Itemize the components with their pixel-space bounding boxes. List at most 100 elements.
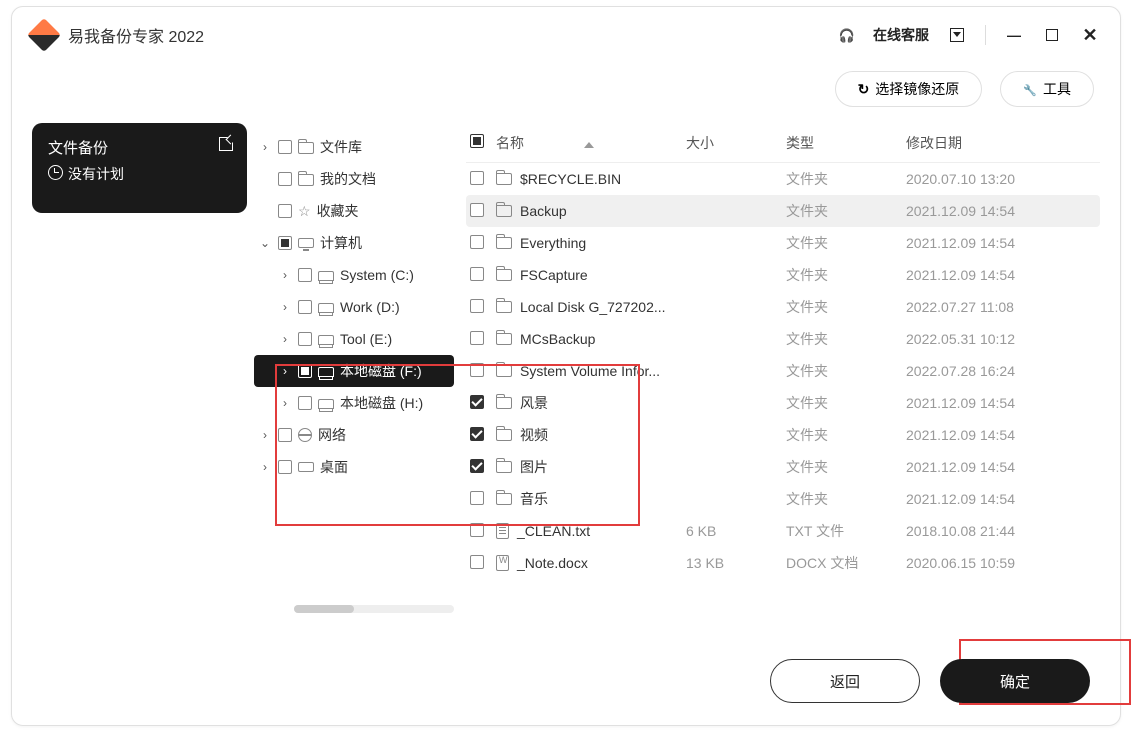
select-all-checkbox[interactable] — [470, 134, 484, 148]
drive-icon — [318, 367, 334, 377]
tree-item-drive-f[interactable]: ›本地磁盘 (F:) — [254, 355, 454, 387]
file-date: 2021.12.09 14:54 — [906, 235, 1100, 251]
checkbox[interactable] — [298, 364, 312, 378]
file-name: System Volume Infor... — [520, 363, 660, 379]
tree-item-desktop[interactable]: ›桌面 — [254, 451, 454, 483]
file-row[interactable]: $RECYCLE.BIN文件夹2020.07.10 13:20 — [466, 163, 1100, 195]
checkbox[interactable] — [278, 204, 292, 218]
checkbox[interactable] — [278, 140, 292, 154]
maximize-button[interactable] — [1042, 25, 1062, 45]
file-date: 2022.07.28 16:24 — [906, 363, 1100, 379]
file-row[interactable]: 图片文件夹2021.12.09 14:54 — [466, 451, 1100, 483]
folder-icon — [298, 142, 314, 154]
chevron-right-icon: › — [258, 140, 272, 154]
chevron-right-icon: › — [278, 268, 292, 282]
separator — [985, 25, 986, 45]
file-size: 13 KB — [686, 555, 786, 571]
tree-item-drive-d[interactable]: ›Work (D:) — [254, 291, 454, 323]
file-row[interactable]: Everything文件夹2021.12.09 14:54 — [466, 227, 1100, 259]
file-date: 2020.07.10 13:20 — [906, 171, 1100, 187]
file-type: 文件夹 — [786, 489, 906, 509]
column-size[interactable]: 大小 — [686, 133, 786, 153]
file-row[interactable]: 风景文件夹2021.12.09 14:54 — [466, 387, 1100, 419]
chevron-right-icon: › — [278, 364, 292, 378]
doc-icon — [496, 555, 509, 571]
tree-item-computer[interactable]: ⌄计算机 — [254, 227, 454, 259]
file-name: Local Disk G_727202... — [520, 299, 666, 315]
checkbox[interactable] — [470, 555, 484, 569]
checkbox[interactable] — [470, 203, 484, 217]
checkbox[interactable] — [470, 235, 484, 249]
file-date: 2018.10.08 21:44 — [906, 523, 1100, 539]
edit-task-button[interactable] — [219, 137, 233, 151]
dropdown-button[interactable] — [947, 25, 967, 45]
checkbox[interactable] — [470, 491, 484, 505]
column-type[interactable]: 类型 — [786, 133, 906, 153]
checkbox[interactable] — [470, 171, 484, 185]
checkbox[interactable] — [298, 396, 312, 410]
file-row[interactable]: System Volume Infor...文件夹2022.07.28 16:2… — [466, 355, 1100, 387]
file-row[interactable]: Backup文件夹2021.12.09 14:54 — [466, 195, 1100, 227]
file-row[interactable]: Local Disk G_727202...文件夹2022.07.27 11:0… — [466, 291, 1100, 323]
back-button[interactable]: 返回 — [770, 659, 920, 703]
checkbox[interactable] — [470, 459, 484, 473]
checkbox[interactable] — [278, 236, 292, 250]
file-row[interactable]: FSCapture文件夹2021.12.09 14:54 — [466, 259, 1100, 291]
file-row[interactable]: _CLEAN.txt6 KBTXT 文件2018.10.08 21:44 — [466, 515, 1100, 547]
tree-item-mydocs[interactable]: 我的文档 — [254, 163, 454, 195]
checkbox[interactable] — [298, 268, 312, 282]
folder-icon — [496, 397, 512, 409]
clock-icon — [48, 165, 63, 183]
checkbox[interactable] — [278, 460, 292, 474]
checkbox[interactable] — [470, 523, 484, 537]
tree-label: Work (D:) — [340, 299, 400, 315]
scrollbar-thumb[interactable] — [294, 605, 354, 613]
tools-button[interactable]: 工具 — [1000, 71, 1094, 107]
folder-icon — [496, 237, 512, 249]
support-link[interactable]: 在线客服 — [873, 25, 929, 45]
refresh-icon — [858, 81, 870, 98]
file-row[interactable]: 视频文件夹2021.12.09 14:54 — [466, 419, 1100, 451]
edit-icon — [219, 137, 233, 151]
checkbox[interactable] — [470, 331, 484, 345]
file-name: MCsBackup — [520, 331, 595, 347]
tree-scrollbar[interactable] — [294, 605, 454, 613]
checkbox[interactable] — [278, 172, 292, 186]
checkbox[interactable] — [298, 300, 312, 314]
checkbox[interactable] — [470, 363, 484, 377]
drive-icon — [318, 399, 334, 409]
close-button[interactable]: ✕ — [1080, 25, 1100, 45]
noplan-label: 没有计划 — [68, 164, 124, 184]
column-name[interactable]: 名称 — [496, 133, 686, 153]
tree-item-drive-h[interactable]: ›本地磁盘 (H:) — [254, 387, 454, 419]
file-row[interactable]: 音乐文件夹2021.12.09 14:54 — [466, 483, 1100, 515]
tree-item-network[interactable]: ›网络 — [254, 419, 454, 451]
app-logo-icon — [27, 18, 61, 52]
tree-item-drive-e[interactable]: ›Tool (E:) — [254, 323, 454, 355]
restore-label: 选择镜像还原 — [875, 79, 959, 99]
minimize-button[interactable]: — — [1004, 25, 1024, 45]
checkbox[interactable] — [470, 395, 484, 409]
checkbox[interactable] — [470, 267, 484, 281]
checkbox[interactable] — [278, 428, 292, 442]
file-list: 名称 大小 类型 修改日期 $RECYCLE.BIN文件夹2020.07.10 … — [466, 123, 1100, 579]
checkbox[interactable] — [298, 332, 312, 346]
file-list-header: 名称 大小 类型 修改日期 — [466, 123, 1100, 163]
checkbox[interactable] — [470, 299, 484, 313]
file-row[interactable]: MCsBackup文件夹2022.05.31 10:12 — [466, 323, 1100, 355]
task-card[interactable]: 文件备份 没有计划 — [32, 123, 247, 213]
tree-item-favorites[interactable]: ☆收藏夹 — [254, 195, 454, 227]
column-date[interactable]: 修改日期 — [906, 133, 1100, 153]
computer-icon — [298, 238, 314, 248]
file-name: 风景 — [520, 393, 548, 413]
file-row[interactable]: _Note.docx13 KBDOCX 文档2020.06.15 10:59 — [466, 547, 1100, 579]
file-type: DOCX 文档 — [786, 553, 906, 573]
restore-image-button[interactable]: 选择镜像还原 — [835, 71, 983, 107]
drive-icon — [318, 303, 334, 313]
checkbox[interactable] — [470, 427, 484, 441]
file-date: 2021.12.09 14:54 — [906, 267, 1100, 283]
titlebar: 易我备份专家 2022 在线客服 — ✕ — [12, 7, 1120, 63]
tree-item-library[interactable]: ›文件库 — [254, 131, 454, 163]
tree-item-drive-c[interactable]: ›System (C:) — [254, 259, 454, 291]
ok-button[interactable]: 确定 — [940, 659, 1090, 703]
